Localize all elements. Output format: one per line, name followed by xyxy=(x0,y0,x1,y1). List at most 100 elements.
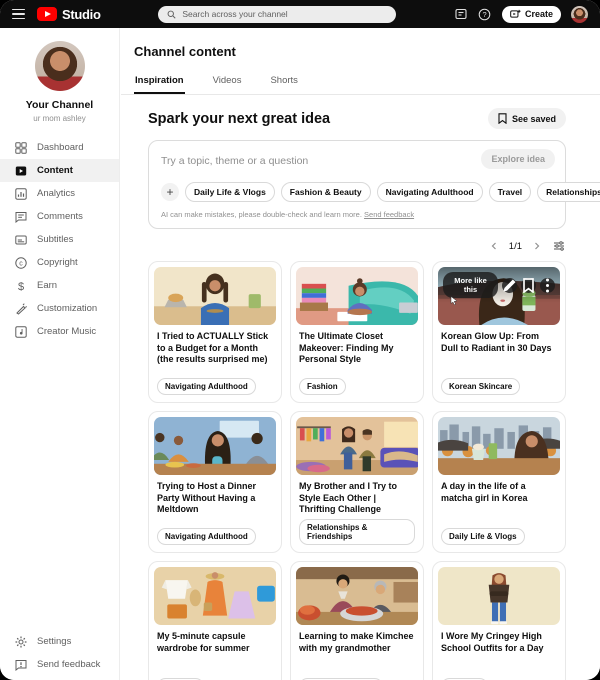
card-title: I Tried to ACTUALLY Stick to a Budget fo… xyxy=(157,331,273,366)
help-icon[interactable]: ? xyxy=(478,7,492,21)
tab-videos[interactable]: Videos xyxy=(212,70,243,94)
card-title: Learning to make Kimchee with my grandmo… xyxy=(299,631,415,654)
sidebar-item-label: Copyright xyxy=(37,257,78,268)
card-title: My Brother and I Try to Style Each Other… xyxy=(299,481,415,516)
send-feedback-link[interactable]: Send feedback xyxy=(364,210,414,219)
sidebar-item-send-feedback[interactable]: Send feedback xyxy=(0,653,119,676)
card-thumbnail xyxy=(154,567,276,625)
idea-card[interactable]: My 5-minute capsule wardrobe for summer … xyxy=(148,561,282,680)
sidebar-nav: Dashboard Content Analytics Comments Sub… xyxy=(0,136,119,343)
svg-text:c: c xyxy=(19,260,23,267)
create-button-label: Create xyxy=(525,9,553,19)
analytics-icon xyxy=(14,187,27,200)
search-input[interactable] xyxy=(182,9,387,19)
card-tag[interactable]: Relationships & Friendships xyxy=(299,519,415,545)
card-thumbnail xyxy=(154,417,276,475)
sidebar-item-label: Subtitles xyxy=(37,234,73,245)
card-tag[interactable]: Daily Life & Vlogs xyxy=(441,528,525,545)
topic-chip[interactable]: Fashion & Beauty xyxy=(281,182,371,202)
card-thumbnail xyxy=(438,567,560,625)
sidebar-item-label: Creator Music xyxy=(37,326,96,337)
channel-info: Your Channel ur mom ashley xyxy=(0,28,119,123)
card-hover-overlay: More like this xyxy=(438,267,560,325)
sidebar-item-label: Dashboard xyxy=(37,142,83,153)
idea-card[interactable]: More like this Korean Glow Up: From Dull… xyxy=(432,261,566,403)
card-title: The Ultimate Closet Makeover: Finding My… xyxy=(299,331,415,366)
create-button[interactable]: Create xyxy=(502,6,561,23)
topic-chip-row: + Daily Life & Vlogs Fashion & Beauty Na… xyxy=(161,182,553,202)
comments-icon xyxy=(14,210,27,223)
sidebar-item-earn[interactable]: $ Earn xyxy=(0,274,119,297)
channel-avatar[interactable] xyxy=(35,41,85,91)
topbar-actions: ? Create xyxy=(454,6,588,23)
idea-prompt-card: Explore idea + Daily Life & Vlogs Fashio… xyxy=(148,140,566,229)
create-video-icon xyxy=(510,9,521,19)
idea-card[interactable]: I Tried to ACTUALLY Stick to a Budget fo… xyxy=(148,261,282,403)
svg-text:?: ? xyxy=(483,10,487,19)
sidebar-item-settings[interactable]: Settings xyxy=(0,630,119,653)
filter-tune-icon[interactable] xyxy=(552,239,566,253)
page-indicator: 1/1 xyxy=(509,241,522,252)
sidebar-item-subtitles[interactable]: Subtitles xyxy=(0,228,119,251)
menu-icon[interactable] xyxy=(12,9,25,19)
topic-input[interactable] xyxy=(161,155,461,167)
search-area xyxy=(101,6,454,23)
brand-name: Studio xyxy=(62,7,101,22)
feedback-icon[interactable] xyxy=(454,7,468,21)
idea-card[interactable]: I Wore My Cringey High School Outfits fo… xyxy=(432,561,566,680)
ai-disclaimer: AI can make mistakes, please double-chec… xyxy=(161,210,553,219)
channel-name: Your Channel xyxy=(0,99,119,111)
sidebar-item-label: Earn xyxy=(37,280,57,291)
sidebar-item-comments[interactable]: Comments xyxy=(0,205,119,228)
sidebar-item-label: Settings xyxy=(37,636,71,647)
idea-card-grid: I Tried to ACTUALLY Stick to a Budget fo… xyxy=(148,261,566,680)
more-like-this-button[interactable]: More like this xyxy=(443,272,498,298)
tab-shorts[interactable]: Shorts xyxy=(269,70,298,94)
sidebar-item-analytics[interactable]: Analytics xyxy=(0,182,119,205)
save-idea-bookmark-icon[interactable] xyxy=(521,278,536,293)
edit-idea-icon[interactable] xyxy=(502,278,517,293)
sidebar-item-customization[interactable]: Customization xyxy=(0,297,119,320)
page-title: Channel content xyxy=(121,28,600,59)
idea-card[interactable]: Learning to make Kimchee with my grandmo… xyxy=(290,561,424,680)
more-options-icon[interactable] xyxy=(540,278,555,293)
card-tag[interactable]: Korean Skincare xyxy=(441,378,520,395)
studio-logo[interactable]: Studio xyxy=(37,7,101,22)
topic-chip[interactable]: Navigating Adulthood xyxy=(377,182,483,202)
youtube-studio-window: Studio ? Create Your Channel xyxy=(0,0,600,680)
sidebar-item-content[interactable]: Content xyxy=(0,159,119,182)
cursor-pointer-icon xyxy=(450,296,458,305)
topic-chip[interactable]: Relationships & Friendships xyxy=(537,182,600,202)
topic-chip[interactable]: Daily Life & Vlogs xyxy=(185,182,275,202)
explore-idea-button[interactable]: Explore idea xyxy=(481,149,555,169)
card-tag[interactable]: Fashion xyxy=(299,378,346,395)
see-saved-button[interactable]: See saved xyxy=(488,108,566,129)
sidebar-item-copyright[interactable]: c Copyright xyxy=(0,251,119,274)
svg-text:$: $ xyxy=(17,281,23,292)
add-topic-icon[interactable]: + xyxy=(161,183,179,201)
card-title: My 5-minute capsule wardrobe for summer xyxy=(157,631,273,654)
card-tag[interactable]: Navigating Adulthood xyxy=(157,528,256,545)
card-tag[interactable]: Navigating Adulthood xyxy=(157,378,256,395)
next-page-icon[interactable] xyxy=(531,240,543,252)
idea-card[interactable]: My Brother and I Try to Style Each Other… xyxy=(290,411,424,553)
sidebar-item-dashboard[interactable]: Dashboard xyxy=(0,136,119,159)
account-avatar[interactable] xyxy=(571,6,588,23)
prev-page-icon[interactable] xyxy=(488,240,500,252)
topic-chip[interactable]: Travel xyxy=(489,182,532,202)
dashboard-icon xyxy=(14,141,27,154)
subtitles-icon xyxy=(14,233,27,246)
sidebar-item-creator-music[interactable]: Creator Music xyxy=(0,320,119,343)
ai-disclaimer-text: AI can make mistakes, please double-chec… xyxy=(161,210,362,219)
search-box[interactable] xyxy=(158,6,396,23)
idea-card[interactable]: Trying to Host a Dinner Party Without Ha… xyxy=(148,411,282,553)
sidebar-item-label: Customization xyxy=(37,303,97,314)
card-thumbnail xyxy=(438,417,560,475)
card-title: Korean Glow Up: From Dull to Radiant in … xyxy=(441,331,557,354)
inspiration-header: Spark your next great idea See saved xyxy=(148,108,566,129)
customization-icon xyxy=(14,302,27,315)
tab-inspiration[interactable]: Inspiration xyxy=(134,70,185,94)
idea-card[interactable]: A day in the life of a matcha girl in Ko… xyxy=(432,411,566,553)
card-title: Trying to Host a Dinner Party Without Ha… xyxy=(157,481,273,516)
idea-card[interactable]: The Ultimate Closet Makeover: Finding My… xyxy=(290,261,424,403)
